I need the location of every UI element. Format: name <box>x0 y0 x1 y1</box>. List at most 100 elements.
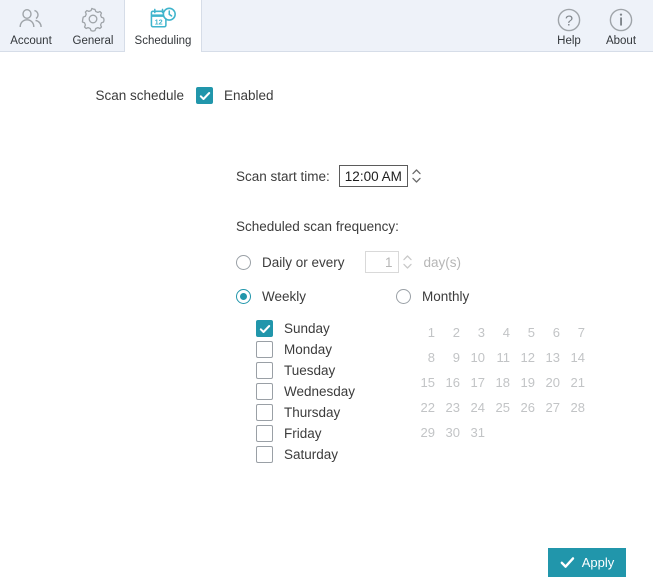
daily-interval-spinner-buttons[interactable] <box>402 251 413 273</box>
weekday-item-thursday[interactable]: Thursday <box>256 402 355 423</box>
daily-label: Daily or every <box>262 254 345 270</box>
tab-bar: Account General 12 Scheduling ? Help Abo… <box>0 0 653 52</box>
gear-icon <box>79 5 107 33</box>
month-day[interactable]: 1 <box>414 320 439 345</box>
scan-schedule-row: Scan schedule Enabled <box>0 87 653 104</box>
month-day[interactable]: 17 <box>464 370 489 395</box>
scan-start-time-label: Scan start time: <box>236 168 330 184</box>
daily-interval-input[interactable]: 1 <box>364 251 399 273</box>
radio-daily[interactable] <box>236 254 251 270</box>
chevron-down-icon <box>412 177 421 183</box>
daily-option-row: Daily or every 1 day(s) <box>236 251 461 273</box>
frequency-title: Scheduled scan frequency: <box>236 219 399 234</box>
calendar-clock-icon: 12 <box>148 5 178 33</box>
month-day[interactable]: 3 <box>464 320 489 345</box>
weekday-label: Tuesday <box>284 363 336 378</box>
users-icon <box>17 5 45 33</box>
month-day[interactable]: 31 <box>464 420 489 445</box>
scan-start-time-row: Scan start time: 12:00 AM <box>236 165 422 187</box>
tab-general-label: General <box>72 35 114 47</box>
about-label: About <box>605 35 637 47</box>
month-day[interactable]: 26 <box>514 395 539 420</box>
month-day[interactable]: 25 <box>489 395 514 420</box>
month-day[interactable]: 14 <box>564 345 589 370</box>
month-day[interactable]: 22 <box>414 395 439 420</box>
question-circle-icon: ? <box>556 6 582 34</box>
daily-unit-label: day(s) <box>423 254 462 270</box>
chevron-up-icon <box>412 169 421 175</box>
weekday-item-wednesday[interactable]: Wednesday <box>256 381 355 402</box>
checkbox-monday[interactable] <box>256 341 273 358</box>
tab-account-label: Account <box>10 35 52 47</box>
monthly-label: Monthly <box>422 289 470 304</box>
month-day[interactable]: 10 <box>464 345 489 370</box>
month-day[interactable]: 12 <box>514 345 539 370</box>
month-day[interactable]: 4 <box>489 320 514 345</box>
weekday-item-monday[interactable]: Monday <box>256 339 355 360</box>
weekday-label: Sunday <box>284 321 330 336</box>
month-day[interactable]: 15 <box>414 370 439 395</box>
chevron-down-icon <box>402 263 412 269</box>
month-day-grid: 1 2 3 4 5 6 7 8 9 10 11 12 13 14 15 16 1… <box>414 320 589 445</box>
weekday-list: Sunday Monday Tuesday Wednesday Thursday <box>256 318 355 465</box>
weekday-label: Monday <box>284 342 333 357</box>
month-day[interactable]: 21 <box>564 370 589 395</box>
month-day[interactable]: 27 <box>539 395 564 420</box>
apply-button[interactable]: Apply <box>548 548 626 577</box>
daily-interval-stepper[interactable]: 1 day(s) <box>364 251 462 273</box>
scan-start-time-input[interactable]: 12:00 AM <box>338 165 408 187</box>
month-day[interactable]: 7 <box>564 320 589 345</box>
weekday-label: Friday <box>284 426 322 441</box>
weekly-label: Weekly <box>262 289 307 304</box>
tab-scheduling-label: Scheduling <box>134 35 192 47</box>
month-day[interactable]: 19 <box>514 370 539 395</box>
month-day[interactable]: 24 <box>464 395 489 420</box>
info-circle-icon <box>608 6 634 34</box>
month-day[interactable]: 30 <box>439 420 464 445</box>
month-day[interactable]: 20 <box>539 370 564 395</box>
tab-general[interactable]: General <box>62 0 124 51</box>
month-day[interactable]: 28 <box>564 395 589 420</box>
weekday-label: Thursday <box>284 405 341 420</box>
enabled-checkbox[interactable] <box>196 87 213 104</box>
radio-monthly[interactable] <box>396 289 411 304</box>
checkbox-thursday[interactable] <box>256 404 273 421</box>
radio-weekly[interactable] <box>236 289 251 304</box>
checkbox-wednesday[interactable] <box>256 383 273 400</box>
checkbox-tuesday[interactable] <box>256 362 273 379</box>
checkbox-saturday[interactable] <box>256 446 273 463</box>
month-day[interactable]: 11 <box>489 345 514 370</box>
weekday-item-saturday[interactable]: Saturday <box>256 444 355 465</box>
month-day[interactable]: 8 <box>414 345 439 370</box>
checkbox-friday[interactable] <box>256 425 273 442</box>
toolbar-tabs: ? Help About <box>543 0 653 51</box>
month-day[interactable]: 29 <box>414 420 439 445</box>
help-label: Help <box>557 35 581 47</box>
month-day[interactable]: 2 <box>439 320 464 345</box>
month-day[interactable]: 23 <box>439 395 464 420</box>
weekday-item-sunday[interactable]: Sunday <box>256 318 355 339</box>
scan-start-time-spinner-buttons[interactable] <box>411 165 422 187</box>
month-day[interactable]: 13 <box>539 345 564 370</box>
monthly-option-row: Monthly <box>396 289 469 304</box>
weekday-label: Saturday <box>284 447 339 462</box>
svg-text:12: 12 <box>155 17 163 26</box>
tab-account[interactable]: Account <box>0 0 62 51</box>
help-button[interactable]: ? Help <box>543 0 595 51</box>
check-icon <box>560 556 575 569</box>
scan-start-time-stepper[interactable]: 12:00 AM <box>338 165 422 187</box>
weekday-label: Wednesday <box>284 384 356 399</box>
tab-scheduling[interactable]: 12 Scheduling <box>124 0 202 52</box>
apply-label: Apply <box>581 555 615 570</box>
weekday-item-tuesday[interactable]: Tuesday <box>256 360 355 381</box>
month-day[interactable]: 9 <box>439 345 464 370</box>
month-day[interactable]: 6 <box>539 320 564 345</box>
checkbox-sunday[interactable] <box>256 320 273 337</box>
month-day[interactable]: 18 <box>489 370 514 395</box>
about-button[interactable]: About <box>595 0 647 51</box>
weekday-item-friday[interactable]: Friday <box>256 423 355 444</box>
month-day[interactable]: 16 <box>439 370 464 395</box>
primary-tabs: Account General 12 Scheduling <box>0 0 202 52</box>
scan-schedule-label: Scan schedule <box>95 88 184 103</box>
month-day[interactable]: 5 <box>514 320 539 345</box>
